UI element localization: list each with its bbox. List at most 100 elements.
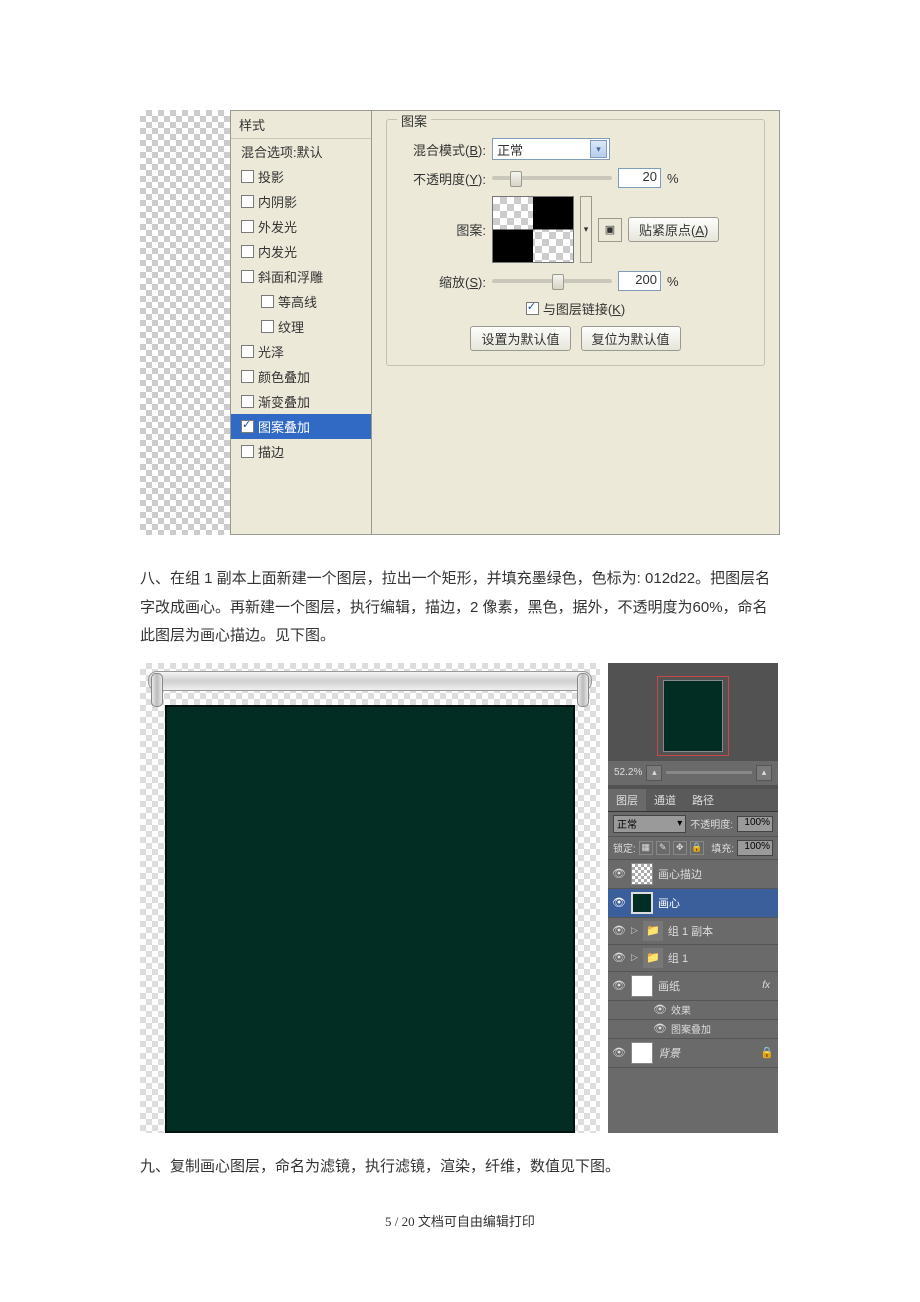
- opacity-value[interactable]: 100%: [737, 816, 773, 832]
- link-layer-label: 与图层链接(K): [543, 299, 625, 318]
- layer-thumb: [631, 892, 653, 914]
- slider-thumb[interactable]: [510, 171, 522, 187]
- tab-paths[interactable]: 路径: [684, 789, 722, 811]
- opacity-input[interactable]: 20: [618, 168, 661, 188]
- slider-thumb[interactable]: [552, 274, 564, 290]
- eye-icon[interactable]: 👁: [612, 867, 626, 881]
- fill-value[interactable]: 100%: [737, 840, 773, 856]
- scroll-knob-right: [577, 673, 589, 707]
- tab-layers[interactable]: 图层: [608, 789, 646, 811]
- green-rectangle: [165, 705, 575, 1133]
- checkbox-icon[interactable]: [241, 345, 254, 358]
- chevron-down-icon[interactable]: ▾: [590, 140, 607, 158]
- checkbox-icon[interactable]: [241, 445, 254, 458]
- lock-brush-icon[interactable]: ✎: [656, 841, 670, 855]
- checkbox-icon[interactable]: [241, 195, 254, 208]
- layer-row[interactable]: 👁画纸fx: [608, 972, 778, 1001]
- tab-channels[interactable]: 通道: [646, 789, 684, 811]
- folder-icon: 📁: [643, 921, 663, 941]
- zoom-out-icon[interactable]: ▴: [646, 765, 662, 781]
- style-item-gradient-overlay[interactable]: 渐变叠加: [231, 389, 371, 414]
- right-panel: 52.2% ▴ ▴ 图层 通道 路径 正常▾ 不透明度: 100% 锁定: ▦ …: [608, 663, 778, 1133]
- blend-mode-select[interactable]: 正常▾: [492, 138, 610, 160]
- zoom-slider[interactable]: [666, 771, 752, 774]
- scale-input[interactable]: 200: [618, 271, 661, 291]
- pattern-dropdown-icon[interactable]: ▾: [580, 196, 592, 263]
- style-item-inner-shadow[interactable]: 内阴影: [231, 189, 371, 214]
- snap-origin-button[interactable]: 贴紧原点(A): [628, 217, 719, 242]
- eye-icon[interactable]: 👁: [612, 1046, 626, 1060]
- scale-slider[interactable]: [492, 279, 612, 283]
- checkbox-icon[interactable]: [526, 302, 539, 315]
- eye-icon[interactable]: 👁: [653, 1022, 667, 1036]
- checkbox-icon[interactable]: [241, 220, 254, 233]
- fx-effects[interactable]: 👁效果: [608, 1001, 778, 1020]
- style-item-texture[interactable]: 纹理: [231, 314, 371, 339]
- scroll-knob-left: [151, 673, 163, 707]
- style-item-inner-glow[interactable]: 内发光: [231, 239, 371, 264]
- layer-row[interactable]: 👁画心描边: [608, 860, 778, 889]
- figure-2: 52.2% ▴ ▴ 图层 通道 路径 正常▾ 不透明度: 100% 锁定: ▦ …: [140, 663, 780, 1133]
- new-preset-button[interactable]: ▣: [598, 218, 622, 242]
- canvas-checker: [140, 110, 230, 535]
- eye-icon[interactable]: 👁: [612, 924, 626, 938]
- style-item-bevel-emboss[interactable]: 斜面和浮雕: [231, 264, 371, 289]
- layer-row[interactable]: 👁背景🔒: [608, 1039, 778, 1068]
- navigator-thumb[interactable]: [664, 681, 722, 751]
- fx-badge[interactable]: fx: [762, 980, 770, 991]
- layer-style-dialog: 样式 混合选项:默认 投影 内阴影 外发光 内发光 斜面和浮雕 等高线 纹理 光…: [140, 110, 780, 535]
- zoom-value: 52.2%: [614, 767, 642, 778]
- checkbox-icon[interactable]: [241, 270, 254, 283]
- triangle-icon[interactable]: ▷: [631, 952, 638, 963]
- style-item-pattern-overlay[interactable]: 图案叠加: [231, 414, 371, 439]
- eye-icon[interactable]: 👁: [612, 951, 626, 965]
- opacity-slider[interactable]: [492, 176, 612, 180]
- checkbox-icon[interactable]: [241, 395, 254, 408]
- pattern-label: 图案:: [401, 220, 486, 239]
- checkbox-icon[interactable]: [261, 295, 274, 308]
- zoom-in-icon[interactable]: ▴: [756, 765, 772, 781]
- page-footer: 5 / 20 文档可自由编辑打印: [140, 1211, 780, 1230]
- scroll-bar-top: [148, 671, 592, 691]
- layer-thumb: [631, 975, 653, 997]
- checkbox-icon[interactable]: [241, 170, 254, 183]
- canvas-preview: [140, 663, 600, 1133]
- checkbox-icon[interactable]: [261, 320, 274, 333]
- checkbox-icon[interactable]: [241, 370, 254, 383]
- blend-mode-select[interactable]: 正常▾: [613, 815, 686, 833]
- opacity-label: 不透明度:: [690, 816, 733, 831]
- triangle-icon[interactable]: ▷: [631, 925, 638, 936]
- lock-icon: 🔒: [760, 1046, 774, 1059]
- folder-icon: 📁: [643, 948, 663, 968]
- opacity-label: 不透明度(Y):: [401, 169, 486, 188]
- fx-pattern-overlay[interactable]: 👁图案叠加: [608, 1020, 778, 1039]
- layer-row[interactable]: 👁画心: [608, 889, 778, 918]
- sidebar-header: 样式: [231, 111, 371, 139]
- blend-mode-label: 混合模式(B):: [401, 140, 486, 159]
- layer-row[interactable]: 👁▷📁组 1: [608, 945, 778, 972]
- style-item-satin[interactable]: 光泽: [231, 339, 371, 364]
- paragraph-9: 九、复制画心图层，命名为滤镜，执行滤镜，渲染，纤维，数值见下图。: [140, 1153, 780, 1182]
- eye-icon[interactable]: 👁: [653, 1003, 667, 1017]
- pattern-swatch[interactable]: [492, 196, 574, 263]
- pattern-overlay-panel: 图案 混合模式(B): 正常▾ 不透明度(Y): 20 % 图案: ▾ ▣ 贴紧…: [372, 110, 780, 535]
- style-item-drop-shadow[interactable]: 投影: [231, 164, 371, 189]
- lock-all-icon[interactable]: 🔒: [690, 841, 704, 855]
- checkbox-icon[interactable]: [241, 245, 254, 258]
- style-item-outer-glow[interactable]: 外发光: [231, 214, 371, 239]
- style-item-stroke[interactable]: 描边: [231, 439, 371, 464]
- checkbox-icon[interactable]: [241, 420, 254, 433]
- eye-icon[interactable]: 👁: [612, 979, 626, 993]
- set-default-button[interactable]: 设置为默认值: [470, 326, 570, 351]
- reset-default-button[interactable]: 复位为默认值: [581, 326, 681, 351]
- lock-move-icon[interactable]: ✥: [673, 841, 687, 855]
- style-item-contour[interactable]: 等高线: [231, 289, 371, 314]
- layer-thumb: [631, 1042, 653, 1064]
- lock-transparent-icon[interactable]: ▦: [639, 841, 653, 855]
- eye-icon[interactable]: 👁: [612, 896, 626, 910]
- navigator-panel: 52.2% ▴ ▴: [608, 663, 778, 789]
- blend-options-default[interactable]: 混合选项:默认: [231, 139, 371, 164]
- style-item-color-overlay[interactable]: 颜色叠加: [231, 364, 371, 389]
- lock-label: 锁定:: [613, 840, 636, 855]
- layer-row[interactable]: 👁▷📁组 1 副本: [608, 918, 778, 945]
